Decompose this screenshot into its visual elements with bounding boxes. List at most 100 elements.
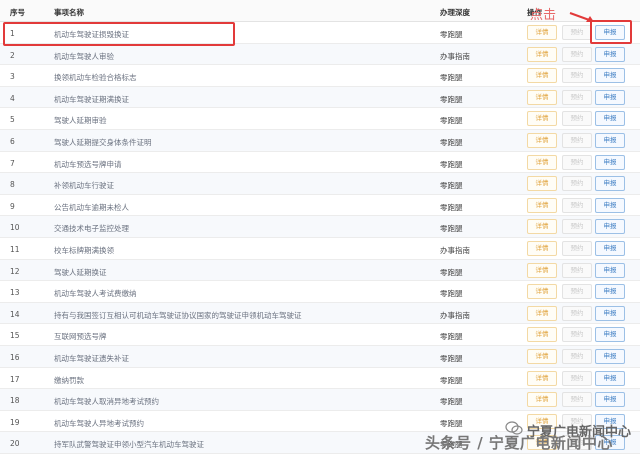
row-item-name[interactable]: 持有与我国签订互相认可机动车驾驶证协议国家的驾驶证申领机动车驾驶证 bbox=[54, 310, 302, 321]
row-item-name[interactable]: 机动车驾驶人审验 bbox=[54, 51, 114, 62]
detail-button[interactable]: 详情 bbox=[527, 327, 557, 343]
row-handling-type: 零跑腿 bbox=[440, 375, 463, 385]
apply-button[interactable]: 申报 bbox=[595, 154, 625, 170]
row-item-name[interactable]: 机动车驾驶证遗失补证 bbox=[54, 353, 129, 364]
row-item-name[interactable]: 机动车驾驶人考试费缴纳 bbox=[54, 288, 137, 299]
row-item-name[interactable]: 机动车驾驶人异地考试预约 bbox=[54, 418, 144, 429]
table-row: 3 换领机动车检验合格标志 零跑腿 详情 预约 申报 bbox=[0, 65, 640, 87]
apply-button[interactable]: 申报 bbox=[595, 349, 625, 364]
row-item-name[interactable]: 机动车预选号牌申请 bbox=[54, 159, 122, 170]
row-item-name[interactable]: 驾驶人延期换证 bbox=[54, 267, 107, 278]
row-handling-type: 零跑腿 bbox=[440, 159, 463, 169]
book-button[interactable]: 预约 bbox=[562, 25, 592, 40]
header-index: 序号 bbox=[10, 8, 25, 17]
apply-button[interactable]: 申报 bbox=[595, 68, 625, 84]
book-button[interactable]: 预约 bbox=[562, 327, 592, 343]
detail-button[interactable]: 详情 bbox=[527, 219, 557, 235]
apply-button[interactable]: 申报 bbox=[595, 370, 625, 386]
book-button[interactable]: 预约 bbox=[562, 262, 592, 278]
book-button[interactable]: 预约 bbox=[562, 305, 592, 321]
detail-button[interactable]: 详情 bbox=[527, 89, 557, 105]
detail-button[interactable]: 详情 bbox=[527, 197, 557, 213]
row-item-name[interactable]: 校车标牌期满换领 bbox=[54, 245, 114, 256]
row-item-name[interactable]: 交通技术电子监控处理 bbox=[54, 223, 129, 234]
detail-button[interactable]: 详情 bbox=[527, 241, 557, 256]
highlight-row-box bbox=[3, 22, 235, 46]
detail-button[interactable]: 详情 bbox=[527, 349, 557, 364]
book-button[interactable]: 预约 bbox=[562, 46, 592, 62]
row-item-name[interactable]: 缴纳罚款 bbox=[54, 375, 84, 386]
apply-button[interactable]: 申报 bbox=[595, 89, 625, 105]
detail-button[interactable]: 详情 bbox=[527, 154, 557, 170]
row-handling-type: 零跑腿 bbox=[440, 202, 463, 212]
row-item-name[interactable]: 换领机动车检验合格标志 bbox=[54, 72, 137, 83]
detail-button[interactable]: 详情 bbox=[527, 46, 557, 62]
row-handling-type: 零跑腿 bbox=[440, 181, 463, 191]
detail-button[interactable]: 详情 bbox=[527, 25, 557, 40]
row-index: 5 bbox=[10, 115, 15, 125]
detail-button[interactable]: 详情 bbox=[527, 176, 557, 192]
apply-button[interactable]: 申报 bbox=[595, 392, 625, 408]
row-index: 11 bbox=[10, 245, 20, 254]
book-button[interactable]: 预约 bbox=[562, 349, 592, 364]
row-item-name[interactable]: 驾驶人延期审验 bbox=[54, 115, 107, 126]
book-button[interactable]: 预约 bbox=[562, 133, 592, 148]
book-button[interactable]: 预约 bbox=[562, 241, 592, 256]
header-name: 事项名称 bbox=[54, 8, 84, 17]
detail-button[interactable]: 详情 bbox=[527, 262, 557, 278]
book-button[interactable]: 预约 bbox=[562, 176, 592, 192]
row-index: 2 bbox=[10, 50, 15, 60]
detail-button[interactable]: 详情 bbox=[527, 111, 557, 127]
apply-button[interactable]: 申报 bbox=[595, 46, 625, 62]
arrow-icon bbox=[569, 12, 594, 22]
detail-button[interactable]: 详情 bbox=[527, 305, 557, 321]
book-button[interactable]: 预约 bbox=[562, 392, 592, 408]
book-button[interactable]: 预约 bbox=[562, 111, 592, 127]
table-row: 5 驾驶人延期审验 零跑腿 详情 预约 申报 bbox=[0, 108, 640, 130]
row-handling-type: 零跑腿 bbox=[440, 73, 463, 83]
row-item-name[interactable]: 互联网预选号牌 bbox=[54, 331, 107, 342]
apply-button[interactable]: 申报 bbox=[595, 133, 625, 148]
apply-button[interactable]: 申报 bbox=[595, 305, 625, 321]
row-handling-type: 零跑腿 bbox=[440, 267, 463, 277]
row-item-name[interactable]: 补领机动车行驶证 bbox=[54, 180, 114, 191]
apply-button[interactable]: 申报 bbox=[595, 219, 625, 235]
book-button[interactable]: 预约 bbox=[562, 89, 592, 105]
apply-button[interactable]: 申报 bbox=[595, 284, 625, 300]
book-button[interactable]: 预约 bbox=[562, 68, 592, 84]
row-handling-type: 零跑腿 bbox=[440, 224, 463, 234]
book-button[interactable]: 预约 bbox=[562, 197, 592, 213]
apply-button[interactable]: 申报 bbox=[595, 197, 625, 213]
row-item-name[interactable]: 机动车驾驶人取消异地考试预约 bbox=[54, 396, 159, 407]
row-index: 12 bbox=[10, 266, 20, 276]
row-handling-type: 零跑腿 bbox=[440, 116, 463, 126]
book-button[interactable]: 预约 bbox=[562, 370, 592, 386]
header-type: 办理深度 bbox=[440, 8, 470, 17]
detail-button[interactable]: 详情 bbox=[527, 133, 557, 148]
row-item-name[interactable]: 持军队武警驾驶证申领小型汽车机动车驾驶证 bbox=[54, 439, 204, 450]
row-item-name[interactable]: 机动车驾驶证期满换证 bbox=[54, 94, 129, 105]
table-row: 18 机动车驾驶人取消异地考试预约 零跑腿 详情 预约 申报 bbox=[0, 389, 640, 411]
row-item-name[interactable]: 驾驶人延期提交身体条件证明 bbox=[54, 137, 152, 148]
row-index: 10 bbox=[10, 223, 20, 233]
apply-button[interactable]: 申报 bbox=[595, 176, 625, 192]
detail-button[interactable]: 详情 bbox=[527, 284, 557, 300]
apply-button[interactable]: 申报 bbox=[595, 111, 625, 127]
row-handling-type: 办事指南 bbox=[440, 51, 470, 61]
row-index: 19 bbox=[10, 417, 20, 427]
apply-button[interactable]: 申报 bbox=[595, 262, 625, 278]
apply-button[interactable]: 申报 bbox=[595, 327, 625, 343]
detail-button[interactable]: 详情 bbox=[527, 370, 557, 386]
detail-button[interactable]: 详情 bbox=[527, 68, 557, 84]
book-button[interactable]: 预约 bbox=[562, 219, 592, 235]
book-button[interactable]: 预约 bbox=[562, 284, 592, 300]
table-row: 10 交通技术电子监控处理 零跑腿 详情 预约 申报 bbox=[0, 216, 640, 238]
row-item-name[interactable]: 公告机动车逾期未检人 bbox=[54, 202, 129, 213]
table-row: 17 缴纳罚款 零跑腿 详情 预约 申报 bbox=[0, 368, 640, 390]
row-handling-type: 零跑腿 bbox=[440, 332, 463, 342]
book-button[interactable]: 预约 bbox=[562, 154, 592, 170]
apply-button[interactable]: 申报 bbox=[595, 241, 625, 256]
highlight-apply-box bbox=[590, 20, 632, 44]
row-handling-type: 零跑腿 bbox=[440, 138, 463, 147]
detail-button[interactable]: 详情 bbox=[527, 392, 557, 408]
